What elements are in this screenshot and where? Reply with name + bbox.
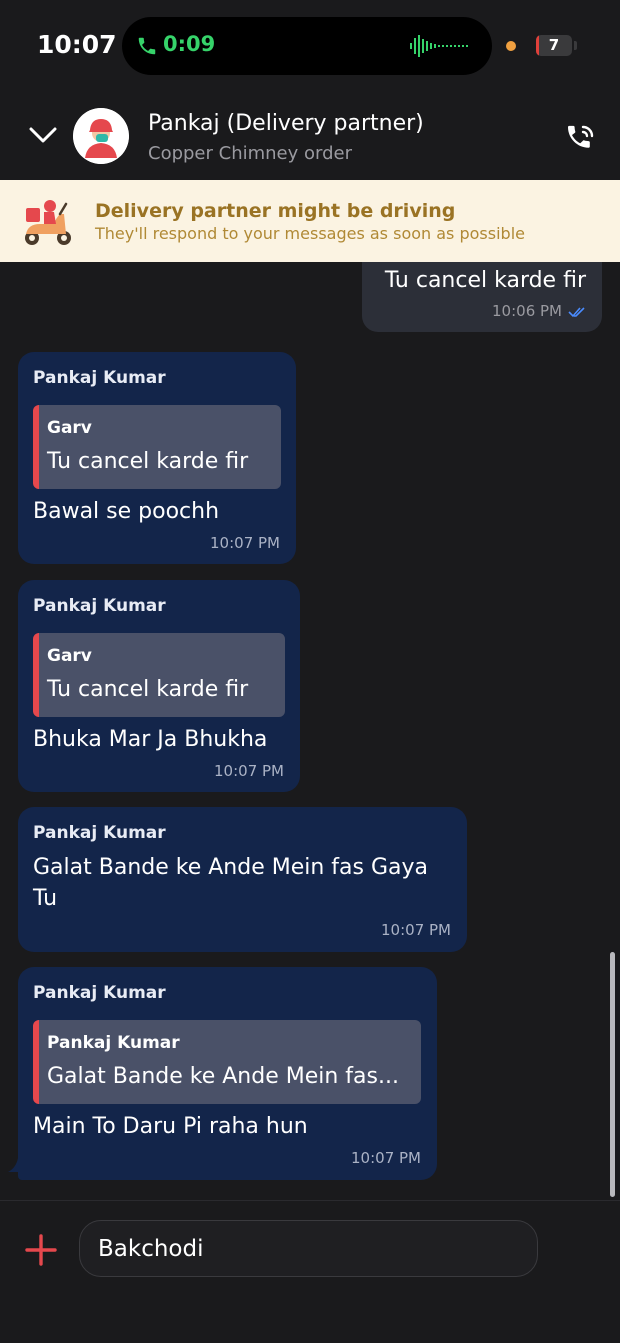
sender-name: Pankaj Kumar	[33, 823, 166, 843]
message-time: 10:06 PM	[492, 302, 562, 320]
message-time: 10:07 PM	[381, 921, 451, 939]
message-text-line-1: Galat Bande ke Ande Mein fas Gaya	[33, 855, 429, 880]
message-text: Main To Daru Pi raha hun	[33, 1114, 308, 1139]
delivery-person-icon	[73, 108, 129, 164]
dynamic-island-call[interactable]: 0:09	[122, 17, 492, 75]
message-meta: 10:06 PM	[492, 302, 586, 320]
message-text: Bhuka Mar Ja Bhukha	[33, 727, 268, 752]
scooter-icon	[25, 200, 71, 245]
camera-in-use-indicator	[506, 41, 516, 51]
battery-icon: 7	[536, 35, 572, 56]
chat-header: Pankaj (Delivery partner) Copper Chimney…	[0, 90, 620, 180]
incoming-message[interactable]: Pankaj Kumar Garv Tu cancel karde fir Ba…	[18, 352, 296, 564]
quote-author: Pankaj Kumar	[47, 1033, 180, 1053]
incoming-message[interactable]: Pankaj Kumar Pankaj Kumar Galat Bande ke…	[18, 967, 437, 1180]
banner-text: They'll respond to your messages as soon…	[95, 224, 525, 243]
contact-name: Pankaj (Delivery partner)	[148, 111, 424, 136]
message-list[interactable]: Tu cancel karde fir 10:06 PM Pankaj Kuma…	[0, 262, 620, 1200]
sender-name: Pankaj Kumar	[33, 368, 166, 388]
quote-text: Galat Bande ke Ande Mein fas...	[47, 1064, 399, 1089]
message-time: 10:07 PM	[351, 1149, 421, 1167]
incoming-message[interactable]: Pankaj Kumar Galat Bande ke Ande Mein fa…	[18, 807, 467, 952]
message-text: Tu cancel karde fir	[384, 268, 586, 293]
outgoing-message[interactable]: Tu cancel karde fir 10:06 PM	[362, 262, 602, 332]
audio-waveform-icon	[410, 35, 468, 57]
message-input[interactable]	[79, 1220, 538, 1277]
order-subtitle: Copper Chimney order	[148, 143, 352, 164]
chat-screen: 10:07 0:09 7 Pankaj (Delivery partner) C…	[0, 0, 620, 1343]
message-composer	[0, 1200, 620, 1343]
double-tick-icon	[568, 306, 585, 317]
sender-name: Pankaj Kumar	[33, 983, 166, 1003]
battery-level: 7	[548, 36, 560, 54]
status-bar: 10:07 0:09 7	[0, 0, 620, 90]
bubble-tail	[8, 1158, 24, 1172]
scrollbar[interactable]	[610, 952, 615, 1197]
quoted-message[interactable]: Garv Tu cancel karde fir	[33, 405, 281, 489]
quoted-message[interactable]: Garv Tu cancel karde fir	[33, 633, 285, 717]
incoming-message[interactable]: Pankaj Kumar Garv Tu cancel karde fir Bh…	[18, 580, 300, 792]
phone-call-icon[interactable]	[564, 123, 596, 155]
status-time: 10:07	[37, 30, 117, 59]
call-timer: 0:09	[163, 32, 216, 56]
message-time: 10:07 PM	[214, 762, 284, 780]
message-text: Bawal se poochh	[33, 499, 220, 524]
phone-call-icon	[138, 37, 156, 55]
sender-name: Pankaj Kumar	[33, 596, 166, 616]
banner-title: Delivery partner might be driving	[95, 200, 456, 222]
chevron-down-icon[interactable]	[29, 126, 57, 144]
driving-notice-banner: Delivery partner might be driving They'l…	[0, 180, 620, 262]
quote-author: Garv	[47, 646, 92, 666]
message-time: 10:07 PM	[210, 534, 280, 552]
plus-icon[interactable]	[24, 1233, 58, 1267]
quoted-message[interactable]: Pankaj Kumar Galat Bande ke Ande Mein fa…	[33, 1020, 421, 1104]
battery-tip	[574, 41, 577, 50]
quote-text: Tu cancel karde fir	[47, 677, 249, 702]
quote-author: Garv	[47, 418, 92, 438]
quote-text: Tu cancel karde fir	[47, 449, 249, 474]
avatar[interactable]	[73, 108, 129, 164]
message-text-line-2: Tu	[33, 886, 58, 911]
